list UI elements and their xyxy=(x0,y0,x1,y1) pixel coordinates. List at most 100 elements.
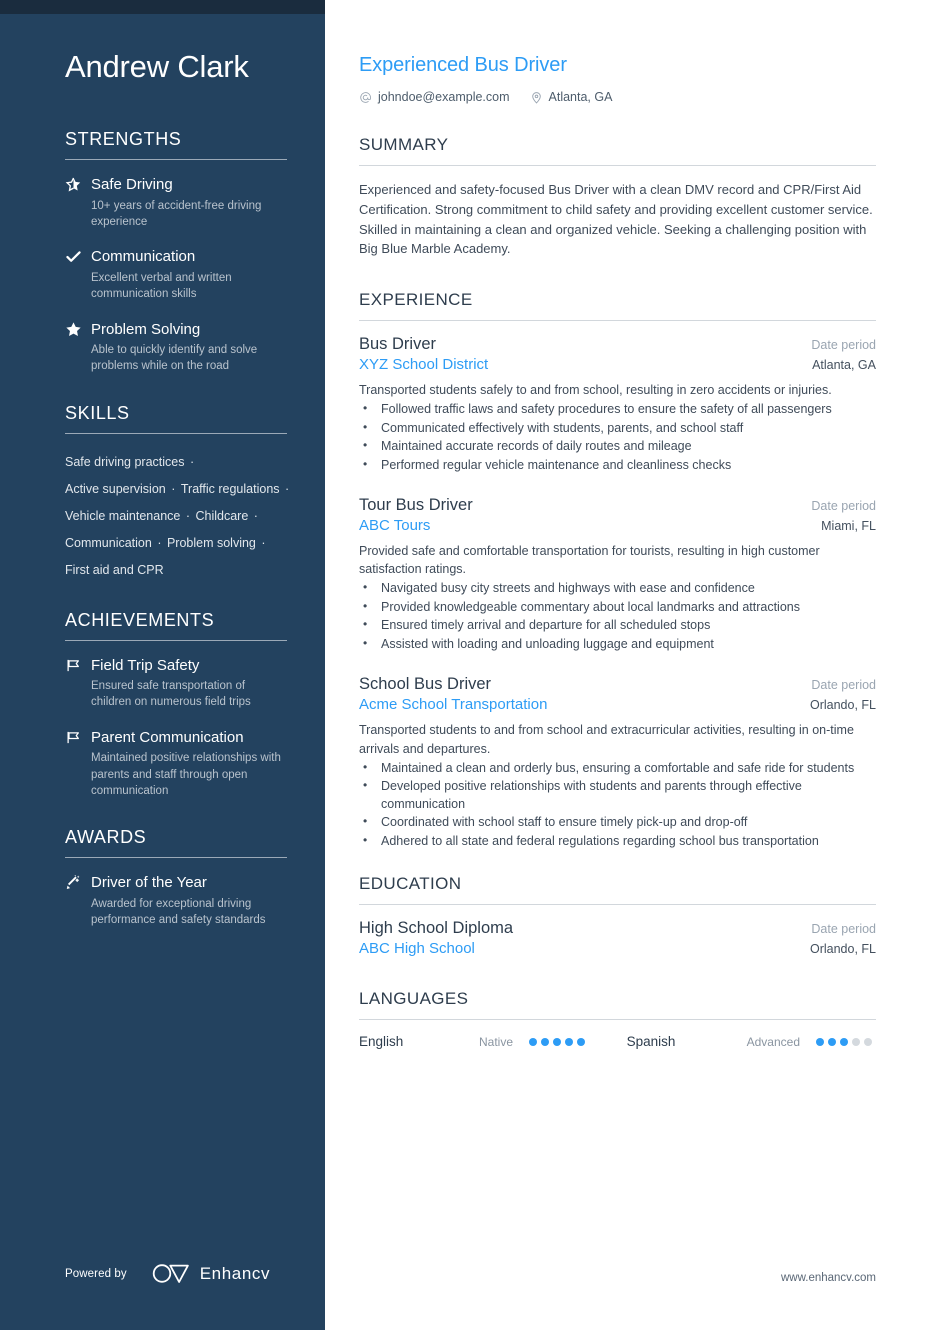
check-icon xyxy=(65,247,91,302)
entry-bullet: Developed positive relationships with st… xyxy=(359,777,876,813)
entry-bullet: Provided knowledgeable commentary about … xyxy=(359,598,876,617)
skill-separator: · xyxy=(257,535,266,550)
education-school[interactable]: ABC High School xyxy=(359,940,475,957)
education-entries: High School Diploma Date period ABC High S… xyxy=(359,919,876,957)
strengths-section: STRENGTHS Safe Driving 10+ years of acci… xyxy=(65,129,287,374)
experience-section: EXPERIENCE Bus Driver Date period XYZ Scho… xyxy=(359,290,876,850)
education-degree: High School Diploma xyxy=(359,919,514,938)
candidate-name: Andrew Clark xyxy=(65,49,249,84)
achievement-title: Field Trip Safety xyxy=(91,656,200,674)
map-pin-icon xyxy=(530,91,543,104)
skill-separator: · xyxy=(167,481,179,496)
skill-item: Traffic regulations xyxy=(180,481,280,496)
entry-bullet: Performed regular vehicle maintenance an… xyxy=(359,456,876,475)
resume-main-column: Experienced Bus Driver johndoe@example.c… xyxy=(359,0,876,1049)
entry-header-row: School Bus Driver Date period xyxy=(359,675,876,694)
entry-description: Provided safe and comfortable transporta… xyxy=(359,544,820,577)
site-url: www.enhancv.com xyxy=(780,1272,876,1284)
at-sign-icon xyxy=(359,91,372,104)
education-date: Date period xyxy=(811,922,876,937)
entry-bullet: Adhered to all state and federal regulat… xyxy=(359,832,876,851)
star-icon xyxy=(65,320,91,375)
entry-header-row: Tour Bus Driver Date period xyxy=(359,496,876,515)
awards-section: AWARDS Driver of the Year Awarded for ex… xyxy=(65,827,287,928)
powered-by-label: Powered by xyxy=(65,1267,127,1280)
experience-entry: School Bus Driver Date period Acme School … xyxy=(359,675,876,850)
summary-section: SUMMARY Experienced and safety-focused B… xyxy=(359,135,876,259)
achievement-description: Ensured safe transportation of children … xyxy=(91,680,251,709)
entry-organization[interactable]: ABC Tours xyxy=(359,517,430,534)
languages-row: English Native Spanish Advanced xyxy=(359,1034,876,1049)
awards-heading: AWARDS xyxy=(65,827,147,848)
education-entry: High School Diploma Date period ABC High S… xyxy=(359,919,876,957)
entry-subheader-row: ABC Tours Miami, FL xyxy=(359,517,876,534)
skills-section: SKILLS Safe driving practices · Active s… xyxy=(65,402,289,584)
entry-date: Date period xyxy=(811,338,876,352)
section-divider xyxy=(359,1019,876,1021)
skill-item: Communication xyxy=(65,535,152,550)
entry-bullet: Maintained accurate records of daily rou… xyxy=(359,437,876,456)
entry-bullet: Communicated effectively with students, … xyxy=(359,419,876,438)
entry-organization[interactable]: XYZ School District xyxy=(359,356,488,373)
skill-separator: · xyxy=(186,454,195,469)
entry-date: Date period xyxy=(811,678,876,693)
strength-item: Problem Solving Able to quickly identify… xyxy=(65,320,287,375)
strength-item: Communication Excellent verbal and writt… xyxy=(65,247,287,302)
experience-entry: Bus Driver Date period XYZ School District… xyxy=(359,335,876,474)
skills-heading: SKILLS xyxy=(65,402,130,423)
language-level: Advanced xyxy=(746,1034,800,1049)
skills-list: Safe driving practices · Active supervis… xyxy=(65,449,293,584)
skill-separator: · xyxy=(153,535,165,550)
strength-title: Safe Driving xyxy=(91,176,173,194)
language-name: Spanish xyxy=(626,1034,676,1050)
languages-section: LANGUAGES English Native Spanish Advanced xyxy=(359,989,876,1049)
proficiency-dot-filled xyxy=(529,1037,538,1046)
entry-role: Tour Bus Driver xyxy=(359,496,473,515)
strength-title: Communication xyxy=(91,248,196,266)
strength-description: Excellent verbal and written communicati… xyxy=(91,271,232,301)
entry-bullet-list: Followed traffic laws and safety procedu… xyxy=(359,400,876,475)
proficiency-dot-filled xyxy=(553,1037,562,1046)
summary-text: Experienced and safety-focused Bus Drive… xyxy=(359,182,873,257)
location-text: Atlanta, GA xyxy=(548,90,613,104)
proficiency-dot-filled xyxy=(565,1037,574,1046)
entry-organization[interactable]: Acme School Transportation xyxy=(359,696,547,713)
flag-icon xyxy=(65,728,91,799)
job-title: Experienced Bus Driver xyxy=(359,54,567,76)
entry-bullet: Assisted with loading and unloading lugg… xyxy=(359,635,876,654)
skill-item: First aid and CPR xyxy=(65,562,164,577)
proficiency-dot-empty xyxy=(852,1037,860,1046)
award-description: Awarded for exceptional driving performa… xyxy=(91,897,266,927)
skill-item: Childcare xyxy=(195,508,249,523)
language-proficiency-dots xyxy=(816,1037,876,1046)
achievement-title: Parent Communication xyxy=(91,728,244,746)
enhancv-logo-icon xyxy=(151,1263,191,1284)
sidebar-top-accent-bar xyxy=(0,0,325,14)
education-section: EDUCATION High School Diploma Date period… xyxy=(359,874,876,957)
achievements-section: ACHIEVEMENTS Field Trip Safety Ensured s… xyxy=(65,610,287,800)
skill-separator: · xyxy=(250,508,258,523)
entry-header-row: High School Diploma Date period xyxy=(359,919,876,938)
strength-description: Able to quickly identify and solve probl… xyxy=(91,344,258,373)
achievement-item: Parent Communication Maintained positive… xyxy=(65,728,287,799)
contact-email: johndoe@example.com xyxy=(359,90,510,104)
flag-icon xyxy=(65,656,91,711)
entry-location: Atlanta, GA xyxy=(812,358,876,372)
language-item: Spanish Advanced xyxy=(627,1034,876,1049)
section-divider xyxy=(359,904,876,906)
section-divider xyxy=(359,165,876,166)
entry-bullet-list: Navigated busy city streets and highways… xyxy=(359,579,876,654)
section-divider xyxy=(65,159,287,161)
entry-bullet: Maintained a clean and orderly bus, ensu… xyxy=(359,759,876,778)
award-title: Driver of the Year xyxy=(91,874,207,892)
award-item: Driver of the Year Awarded for exception… xyxy=(65,873,287,928)
education-heading: EDUCATION xyxy=(359,874,462,894)
skill-item: Active supervision xyxy=(65,481,166,496)
experience-entry: Tour Bus Driver Date period ABC Tours Miami… xyxy=(359,496,876,653)
entry-subheader-row: Acme School Transportation Orlando, FL xyxy=(359,696,876,713)
strengths-heading: STRENGTHS xyxy=(65,129,182,150)
summary-heading: SUMMARY xyxy=(359,135,449,154)
skill-item: Vehicle maintenance xyxy=(65,508,181,523)
languages-heading: LANGUAGES xyxy=(359,989,469,1009)
entry-location: Miami, FL xyxy=(821,519,876,534)
